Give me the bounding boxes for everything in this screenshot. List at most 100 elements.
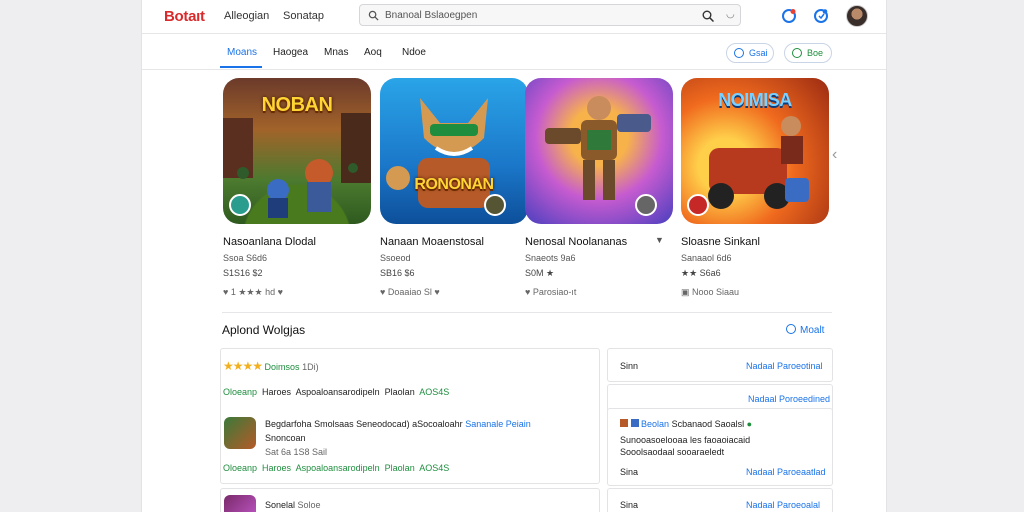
review-title: Begdarfoha: [265, 419, 312, 429]
section-title: Aplond Wolgjas: [222, 323, 306, 337]
game-badge-icon: [635, 194, 657, 216]
tab-4[interactable]: Aoq: [364, 47, 382, 58]
game-thumbnail-4[interactable]: NOIMISA: [681, 78, 829, 224]
game-title-4: Sloasne Sinkanl: [681, 236, 760, 248]
game-thumbnail-2[interactable]: RONONAN: [380, 78, 528, 224]
active-tab-indicator: [220, 66, 262, 68]
carousel-next-icon[interactable]: ‹: [832, 146, 837, 164]
tag-4[interactable]: Plaolan: [385, 463, 415, 473]
tab-5[interactable]: Ndoe: [402, 47, 426, 58]
comment-title: Scbanaod Saoalsl: [671, 419, 745, 429]
game-meta-1: S1S16 $2: [223, 268, 263, 278]
tab-1[interactable]: Moans: [227, 47, 257, 58]
search-icon: [368, 10, 379, 21]
game-footer-text-1: 1 ★★★ hd: [230, 287, 276, 297]
user-avatar-icon: [630, 419, 639, 427]
tag-row-1: Oloeanp Haroes Aspoaloansarodipeln Plaol…: [223, 387, 449, 397]
game-card-3[interactable]: Nenosal Noolananas ▼ Snaeots 9a6 S0M ★ ♥…: [525, 78, 673, 297]
game-badge-icon: [229, 194, 251, 216]
rating-row: ★★★★ Doimsos 1Di): [223, 359, 319, 373]
app-icon[interactable]: [224, 417, 256, 449]
notification-icon[interactable]: [781, 8, 797, 24]
app-icon[interactable]: [224, 495, 256, 512]
review-title-2: Sonelal: [265, 500, 296, 510]
nav-link-2[interactable]: Sonatap: [283, 10, 324, 22]
row-link-4[interactable]: Nadaal Paroeoalal: [746, 500, 820, 510]
info-icon: [786, 324, 796, 334]
tag-3[interactable]: Aspoaloansarodipeln: [296, 387, 380, 397]
verified-icon: ●: [746, 419, 753, 429]
review-meta: Sat 6a 1S8 Sail: [265, 447, 328, 457]
review-desc: Smolsaas Seneodocad) aSocoaloahr: [314, 419, 463, 429]
review-item-2[interactable]: Sonelal Soloe: [265, 500, 321, 510]
game-subtitle-3: Snaeots 9a6: [525, 253, 576, 263]
search-pill-label: Boe: [807, 48, 824, 58]
game-card-1[interactable]: NOBAN Nasoanlana Dlodal Ssoa S6d6 S1S16 …: [223, 78, 371, 297]
review-tag-2: Soloe: [297, 500, 321, 510]
tag-4[interactable]: Plaolan: [385, 387, 415, 397]
search-icon: [792, 48, 802, 58]
row-link-1[interactable]: Nadaal Paroeotinal: [746, 361, 823, 371]
mic-icon[interactable]: ◡: [726, 9, 735, 20]
review-link[interactable]: Sananale Peiain: [465, 419, 531, 429]
game-subtitle-4: Sanaaol 6d6: [681, 253, 732, 263]
tag-2[interactable]: Haroes: [262, 387, 291, 397]
game-card-2[interactable]: RONONAN Nanaan Moaenstosal Ssoeod SB16 $…: [380, 78, 528, 297]
tab-3[interactable]: Mnas: [324, 47, 348, 58]
game-thumbnail-1[interactable]: NOBAN: [223, 78, 371, 224]
nav-link-1[interactable]: Alleogian: [224, 10, 269, 22]
heart-icon[interactable]: ♥: [278, 287, 283, 297]
game-art-title-1: NOBAN: [261, 94, 333, 116]
comment-user[interactable]: Beolan: [641, 419, 669, 429]
reviews-panel-2: Sonelal Soloe: [220, 488, 600, 512]
list-row-1[interactable]: Sinn Nadaal Paroeotinal: [607, 348, 833, 382]
apps-icon[interactable]: [813, 8, 829, 24]
game-footer-3: ♥ Parosiao-ıt: [525, 287, 576, 297]
tag-5[interactable]: AOS4S: [419, 387, 449, 397]
game-art-title-2: RONONAN: [414, 176, 494, 193]
tag-1[interactable]: Oloeanp: [223, 463, 257, 473]
filter-pill-label: Gsai: [749, 48, 768, 58]
heart-icon[interactable]: ♥: [525, 287, 530, 297]
heart-icon[interactable]: ♥: [434, 287, 439, 297]
rating-label: Doimsos: [264, 362, 300, 372]
game-meta-4: ★★ S6a6: [681, 268, 721, 278]
game-thumbnail-3[interactable]: [525, 78, 673, 224]
tag-1[interactable]: Oloeanp: [223, 387, 257, 397]
reviews-panel: ★★★★ Doimsos 1Di) Oloeanp Haroes Aspoalo…: [220, 348, 600, 484]
row-link-3[interactable]: Nadaal Paroeaatlad: [746, 467, 826, 477]
gamepad-icon[interactable]: ▣: [681, 287, 690, 297]
game-art-title-4: NOIMISA: [718, 90, 792, 110]
game-title-1: Nasoanlana Dlodal: [223, 236, 316, 248]
user-avatar-icon: [620, 419, 628, 427]
game-footer-4: ▣ Nooo Siaau: [681, 287, 739, 298]
search-input[interactable]: Bnanoal Bslaoegpen: [385, 10, 477, 21]
search-pill-button[interactable]: Boe: [784, 43, 832, 63]
game-title-3: Nenosal Noolananas: [525, 236, 628, 248]
tab-2[interactable]: Haogea: [273, 47, 308, 58]
row-label-4: Sina: [620, 500, 639, 510]
list-row-4[interactable]: Sina Nadaal Paroeoalal: [607, 488, 833, 512]
section-more-label: Moalt: [800, 325, 825, 336]
game-card-4[interactable]: NOIMISA Sloasne Sinkanl Sanaaol 6d6 ★★ S…: [681, 78, 829, 297]
row-label-1: Sinn: [620, 361, 639, 371]
brand-logo[interactable]: Botaıt: [164, 8, 205, 25]
game-footer-text-4: Nooo Siaau: [692, 287, 740, 297]
user-avatar[interactable]: [846, 5, 868, 27]
search-bar[interactable]: Bnanoal Bslaoegpen ◡: [359, 4, 741, 26]
filter-pill-button[interactable]: Gsai: [726, 43, 774, 63]
heart-icon[interactable]: ♥: [223, 287, 228, 297]
search-submit-icon[interactable]: [702, 10, 714, 22]
tag-2[interactable]: Haroes: [262, 463, 291, 473]
heart-icon[interactable]: ♥: [380, 287, 385, 297]
comment-body-2: Sooolsaodaal sooaraeledt: [620, 447, 725, 457]
section-more-link[interactable]: Moalt: [786, 324, 824, 336]
tag-5[interactable]: AOS4S: [419, 463, 449, 473]
dropdown-chevron-icon[interactable]: ▼: [655, 235, 664, 245]
game-footer-text-2: Doaaiao Sl: [387, 287, 432, 297]
row-link-2[interactable]: Nadaal Poroeedined: [748, 394, 830, 404]
comment-card: Beolan Scbanaod Saoalsl ● Sunooasoelooaa…: [607, 408, 833, 486]
review-item-1[interactable]: Begdarfoha Smolsaas Seneodocad) aSocoalo…: [265, 419, 531, 429]
tag-3[interactable]: Aspoaloansarodipeln: [296, 463, 380, 473]
filter-icon: [734, 48, 744, 58]
